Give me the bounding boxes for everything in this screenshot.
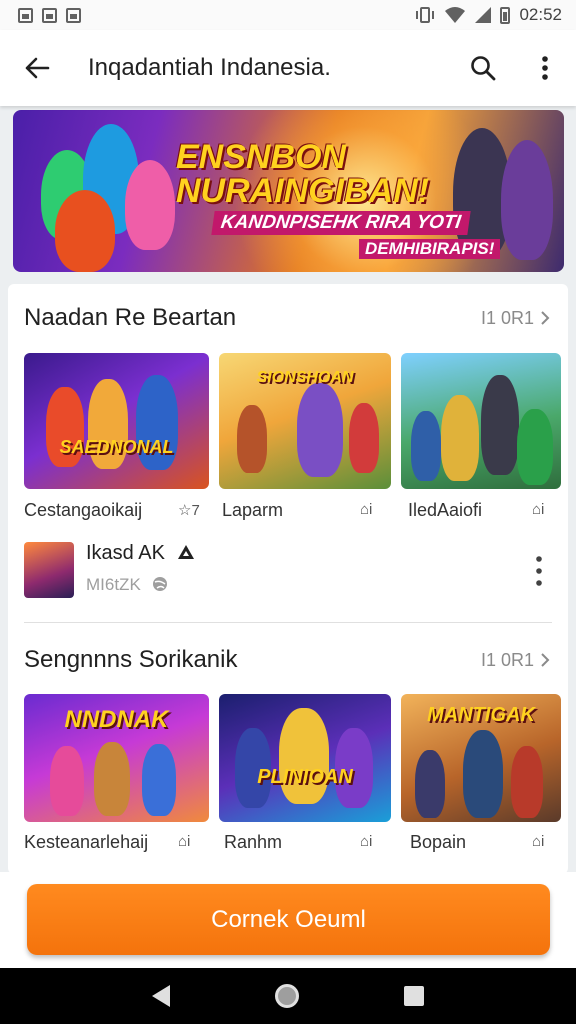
tile-art-title: MANTIGAK xyxy=(427,704,535,726)
game-tile-image[interactable]: SIONSHOAN xyxy=(219,353,391,489)
character-figure xyxy=(441,395,479,481)
section-more-label: I1 0R1 xyxy=(480,649,534,670)
character-figure xyxy=(142,744,176,816)
back-button[interactable] xyxy=(0,30,74,106)
tile-label[interactable]: Kesteanarlehaij xyxy=(24,832,148,853)
banner-subtitle: KANDNPISEHK RIRA YOTI xyxy=(211,211,471,235)
bottom-action-area: Cornek Oeuml xyxy=(0,872,576,968)
section-more-label: I1 0R1 xyxy=(480,307,534,328)
character-figure xyxy=(411,411,441,481)
system-nav-bar xyxy=(0,968,576,1024)
app-bar: Inqadantiah Indanesia. xyxy=(0,30,576,106)
tile-label[interactable]: Laparm xyxy=(222,500,283,521)
nav-home-icon[interactable] xyxy=(274,984,299,1008)
signal-icon xyxy=(475,7,492,23)
vibrate-icon xyxy=(416,7,435,23)
list-item-title: Ikasd AK xyxy=(86,542,195,565)
tile-badge: ⌂i xyxy=(532,833,545,850)
verified-icon xyxy=(177,545,194,559)
page-title: Inqadantiah Indanesia. xyxy=(88,54,331,81)
character-figure xyxy=(237,405,267,473)
tile-art-title: SAEDNONAL xyxy=(59,437,174,457)
list-item-subtitle: MI6tZK xyxy=(86,575,168,595)
hero-figure xyxy=(55,190,115,272)
tile-badge: ⌂i xyxy=(360,833,373,850)
section-title: Naadan Re Beartan xyxy=(24,304,237,331)
wifi-icon xyxy=(445,7,466,23)
tile-art-title: SIONSHOAN xyxy=(256,369,354,386)
character-figure xyxy=(511,746,543,818)
list-item-subtitle-text: MI6tZK xyxy=(86,575,141,594)
game-tile-image[interactable]: NNDNAK xyxy=(24,694,209,822)
system-icons: 02:52 xyxy=(415,5,562,25)
battery-icon xyxy=(500,6,511,24)
more-vert-icon xyxy=(542,56,548,80)
nav-recents-icon[interactable] xyxy=(403,986,424,1006)
primary-cta-button[interactable]: Cornek Oeuml xyxy=(27,884,550,955)
tile-art-title: PLINIOAN xyxy=(257,766,353,788)
character-figure xyxy=(50,746,84,816)
list-item-menu-button[interactable] xyxy=(524,546,554,596)
search-button[interactable] xyxy=(452,30,514,106)
tile-label[interactable]: IledAaiofi xyxy=(408,500,482,521)
section-more-link[interactable]: I1 0R1 xyxy=(481,650,550,671)
app-avatar xyxy=(24,542,74,598)
image-icon xyxy=(18,7,33,23)
tile-label[interactable]: Cestangaoikaij xyxy=(24,500,142,521)
list-item[interactable]: Ikasd AK MI6tZK xyxy=(24,542,554,602)
game-tile-image[interactable]: MANTIGAK xyxy=(401,694,561,822)
more-options-button[interactable] xyxy=(514,30,576,106)
back-arrow-icon xyxy=(25,57,50,79)
tile-badge: ⌂i xyxy=(532,501,545,518)
notification-icons xyxy=(18,7,81,23)
tile-badge: ☆7 xyxy=(178,502,200,519)
game-tile-image[interactable]: SAEDNONAL xyxy=(24,353,209,489)
tile-label[interactable]: Ranhm xyxy=(224,832,282,853)
section-title: Sengnnns Sorikanik xyxy=(24,646,238,673)
tile-label[interactable]: Bopain xyxy=(410,832,466,853)
tile-art-title: NNDNAK xyxy=(64,706,169,733)
tile-badge: ⌂i xyxy=(360,501,373,518)
globe-icon xyxy=(152,577,167,591)
status-bar: 02:52 xyxy=(0,0,576,30)
section-header: Naadan Re Beartan I1 0R1 xyxy=(8,298,568,338)
banner-tagline: DEMHIBIRAPIS! xyxy=(359,239,501,259)
promo-banner[interactable]: ENSNBON NURAINGIBAN! KANDNPISEHK RIRA YO… xyxy=(13,110,564,272)
character-figure xyxy=(297,383,343,477)
list-item-title-text: Ikasd AK xyxy=(86,542,165,564)
character-figure xyxy=(94,742,130,816)
section-header: Sengnnns Sorikanik I1 0R1 xyxy=(8,640,568,680)
character-figure xyxy=(481,375,519,475)
content-card: Naadan Re Beartan I1 0R1 SAEDNONAL Cesta… xyxy=(8,284,568,874)
character-figure xyxy=(349,403,379,473)
character-figure xyxy=(463,730,503,818)
clock: 02:52 xyxy=(519,5,562,24)
divider xyxy=(24,622,552,623)
hero-figure xyxy=(125,160,175,250)
character-figure xyxy=(517,409,553,485)
photo-icon xyxy=(66,7,81,23)
game-tile-image[interactable]: PLINIOAN xyxy=(219,694,391,822)
banner-title: ENSNBON NURAINGIBAN! xyxy=(176,140,429,208)
bag-icon xyxy=(42,7,57,23)
chevron-right-icon xyxy=(541,311,550,325)
nav-back-icon[interactable] xyxy=(152,985,171,1007)
tile-badge: ⌂i xyxy=(178,833,191,850)
banner-title-line1: ENSNBON xyxy=(176,138,347,176)
character-figure xyxy=(415,750,445,818)
section-more-link[interactable]: I1 0R1 xyxy=(481,308,550,329)
banner-title-line2: NURAINGIBAN! xyxy=(176,172,430,210)
chevron-right-icon xyxy=(541,653,550,667)
character-figure xyxy=(279,708,329,804)
game-tile-image[interactable] xyxy=(401,353,561,489)
search-icon xyxy=(471,56,496,81)
more-vert-icon xyxy=(536,556,542,586)
hero-figure xyxy=(501,140,553,260)
